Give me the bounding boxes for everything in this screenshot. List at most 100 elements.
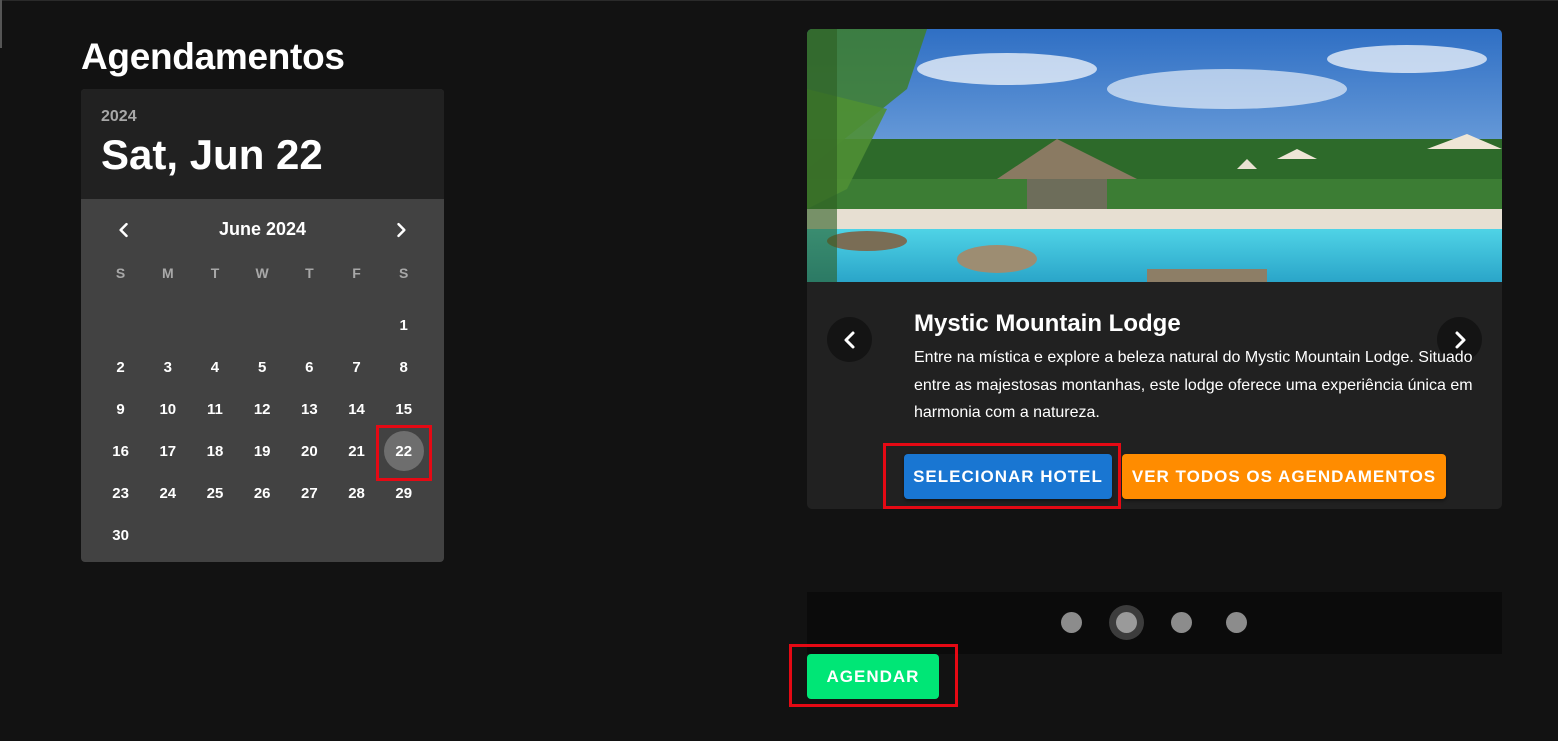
next-month-button[interactable] (387, 216, 415, 244)
top-divider (0, 0, 1558, 1)
day-cell[interactable]: 14 (333, 388, 380, 430)
day-cell[interactable]: 11 (191, 388, 238, 430)
hotel-card: Mystic Mountain Lodge Entre na mística e… (807, 29, 1502, 509)
weekday-label: S (399, 265, 409, 281)
day-number: 27 (301, 484, 318, 502)
day-cell[interactable]: 8 (380, 346, 427, 388)
day-number: 18 (206, 442, 224, 460)
day-cell[interactable]: 30 (97, 514, 144, 556)
day-cell[interactable]: 7 (333, 346, 380, 388)
select-hotel-button[interactable]: SELECIONAR HOTEL (904, 454, 1112, 499)
day-cell[interactable]: 5 (239, 346, 286, 388)
day-cell[interactable]: 15 (380, 388, 427, 430)
day-number: 25 (206, 484, 224, 502)
day-cell[interactable]: 20 (286, 430, 333, 472)
day-cell[interactable]: 16 (97, 430, 144, 472)
day-number: 23 (112, 484, 129, 502)
empty-day-cell (191, 304, 238, 346)
date-picker: 2024 Sat, Jun 22 June 2024 SMTWTFS 12345… (81, 89, 444, 562)
day-cell[interactable]: 23 (97, 472, 144, 514)
day-cell[interactable]: 28 (333, 472, 380, 514)
day-number: 4 (210, 358, 220, 376)
day-cell[interactable]: 3 (144, 346, 191, 388)
day-cell[interactable]: 29 (380, 472, 427, 514)
window-edge (0, 0, 2, 48)
day-cell[interactable]: 13 (286, 388, 333, 430)
day-number: 15 (395, 400, 413, 418)
chevron-left-icon (844, 331, 854, 348)
day-cell[interactable]: 26 (239, 472, 286, 514)
schedule-button[interactable]: AGENDAR (807, 654, 939, 699)
day-number: 1 (399, 316, 408, 334)
day-number: 17 (159, 442, 177, 460)
day-number: 10 (159, 400, 177, 418)
day-number: 16 (112, 442, 129, 460)
day-cell[interactable]: 18 (191, 430, 238, 472)
carousel-dot-1[interactable] (1061, 612, 1082, 633)
day-number: 13 (301, 400, 318, 418)
day-number: 11 (207, 400, 223, 418)
day-number: 14 (348, 400, 365, 418)
year-label[interactable]: 2024 (101, 108, 137, 126)
carousel-dot-4[interactable] (1226, 612, 1247, 633)
day-cell[interactable]: 17 (144, 430, 191, 472)
empty-day-cell (333, 304, 380, 346)
day-number: 30 (112, 526, 129, 544)
weekday-label: T (210, 265, 220, 281)
hotel-name: Mystic Mountain Lodge (914, 310, 1181, 337)
day-cell-selected[interactable]: 22 (380, 430, 427, 472)
day-cell[interactable]: 24 (144, 472, 191, 514)
day-number: 3 (163, 358, 172, 376)
weekday-label: M (161, 265, 174, 281)
day-grid: 1 2 3 4 5 6 7 8 9 10 11 12 13 14 15 16 17 18 19 20 21 22 23 24 2… (97, 304, 427, 556)
carousel-indicators (807, 592, 1502, 654)
day-cell[interactable]: 2 (97, 346, 144, 388)
hotel-description: Entre na mística e explore a beleza natu… (914, 349, 1473, 421)
day-number: 20 (301, 442, 318, 460)
day-cell[interactable]: 6 (286, 346, 333, 388)
day-number: 5 (257, 358, 267, 376)
day-number: 29 (395, 484, 413, 502)
carousel-dot-3[interactable] (1171, 612, 1192, 633)
weekday-label: W (255, 265, 269, 281)
day-number: 6 (305, 358, 314, 376)
carousel-dot-2-active[interactable] (1109, 605, 1144, 640)
day-number: 8 (399, 358, 408, 376)
chevron-right-icon (397, 222, 406, 238)
empty-day-cell (239, 304, 286, 346)
day-cell[interactable]: 4 (191, 346, 238, 388)
day-number: 26 (253, 484, 271, 502)
empty-day-cell (144, 304, 191, 346)
weekday-label: T (305, 265, 314, 281)
day-number: 19 (253, 442, 271, 460)
day-number: 2 (116, 358, 125, 376)
previous-hotel-button[interactable] (827, 317, 872, 362)
day-cell[interactable]: 19 (239, 430, 286, 472)
weekday-label: F (352, 265, 361, 281)
day-cell[interactable]: 1 (380, 304, 427, 346)
view-all-bookings-button[interactable]: VER TODOS OS AGENDAMENTOS (1122, 454, 1446, 499)
selected-date-label: Sat, Jun 22 (101, 131, 323, 178)
empty-day-cell (97, 304, 144, 346)
day-number: 22 (395, 442, 413, 460)
month-navigation: June 2024 (81, 199, 444, 259)
day-number: 12 (253, 400, 271, 418)
day-number: 28 (348, 484, 365, 502)
carousel-dot-active-fill (1116, 612, 1137, 633)
day-number: 9 (116, 400, 125, 418)
page-title: Agendamentos (81, 36, 345, 77)
day-cell[interactable]: 12 (239, 388, 286, 430)
day-cell[interactable]: 10 (144, 388, 191, 430)
weekday-header: SMTWTFS (97, 265, 427, 281)
weekday-label: S (115, 265, 126, 281)
day-cell[interactable]: 25 (191, 472, 238, 514)
hotel-photo (807, 29, 1502, 282)
day-cell[interactable]: 21 (333, 430, 380, 472)
day-cell[interactable]: 27 (286, 472, 333, 514)
date-picker-header: 2024 Sat, Jun 22 (81, 89, 444, 199)
day-number: 21 (348, 442, 365, 460)
day-number: 7 (352, 358, 361, 376)
day-number: 24 (159, 484, 177, 502)
empty-day-cell (286, 304, 333, 346)
day-cell[interactable]: 9 (97, 388, 144, 430)
